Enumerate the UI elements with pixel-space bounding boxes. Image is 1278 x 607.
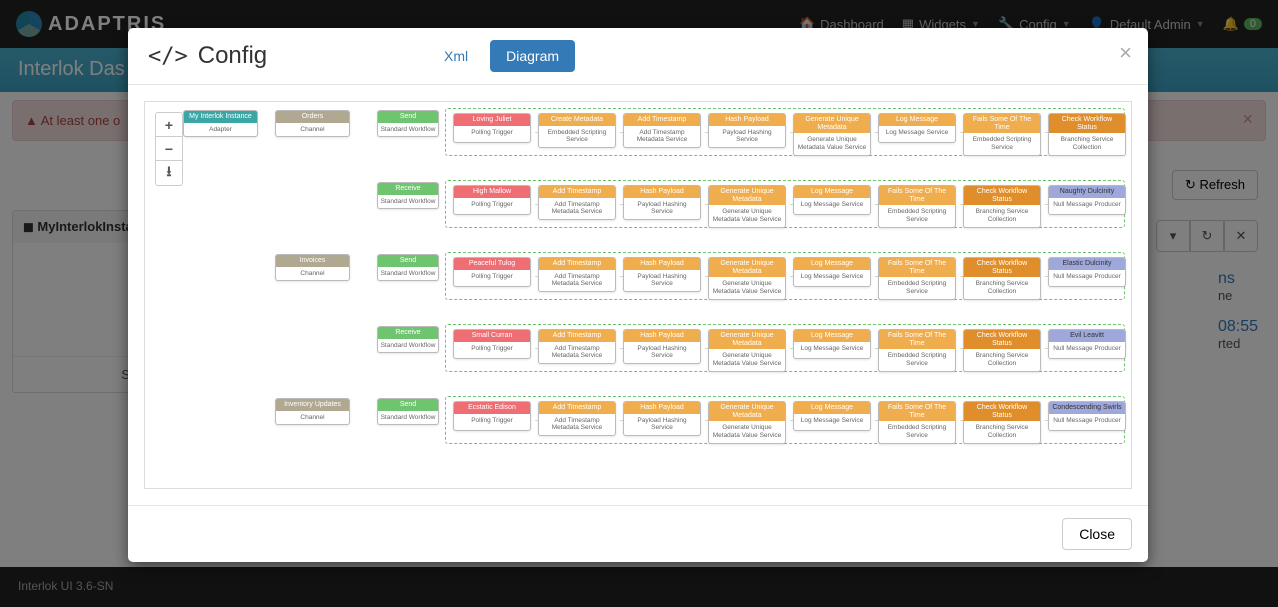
arrow-icon: → bbox=[1129, 414, 1132, 424]
diagram-node[interactable]: Hash PayloadPayload Hashing Service bbox=[623, 401, 701, 436]
diagram-node[interactable]: ReceiveStandard Workflow bbox=[377, 182, 439, 209]
diagram-node[interactable]: Hash PayloadPayload Hashing Service bbox=[623, 185, 701, 220]
diagram-zoom-controls: + − ⭳ bbox=[155, 112, 183, 186]
diagram-node[interactable]: My Interlok InstanceAdapter bbox=[183, 110, 258, 137]
diagram-node[interactable]: Inventory UpdatesChannel bbox=[275, 398, 350, 425]
diagram-node[interactable]: SendStandard Workflow bbox=[377, 254, 439, 281]
diagram-node[interactable]: Hash PayloadPayload Hashing Service bbox=[623, 257, 701, 292]
diagram-node[interactable]: Hash PayloadPayload Hashing Service bbox=[708, 113, 786, 148]
diagram-node[interactable]: Fails Some Of The TimeEmbedded Scripting… bbox=[878, 401, 956, 444]
zoom-in-button[interactable]: + bbox=[156, 113, 182, 137]
arrow-icon: → bbox=[1129, 126, 1132, 136]
tab-xml[interactable]: Xml bbox=[428, 40, 484, 72]
diagram-node[interactable]: Add TimestampAdd Timestamp Metadata Serv… bbox=[538, 401, 616, 436]
diagram-node[interactable]: Naughty DulcinityNull Message Producer bbox=[1048, 185, 1126, 215]
diagram-node[interactable]: Log MessageLog Message Service bbox=[878, 113, 956, 143]
diagram-node[interactable]: SendStandard Workflow bbox=[377, 110, 439, 137]
download-button[interactable]: ⭳ bbox=[156, 161, 182, 185]
code-icon: </> bbox=[148, 44, 188, 69]
diagram-node[interactable]: Log MessageLog Message Service bbox=[793, 401, 871, 431]
diagram-node[interactable]: Log MessageLog Message Service bbox=[793, 329, 871, 359]
diagram-node[interactable]: Check Workflow StatusBranching Service C… bbox=[1048, 113, 1126, 156]
diagram-node[interactable]: Check Workflow StatusBranching Service C… bbox=[963, 329, 1041, 372]
diagram-node[interactable]: Hash PayloadPayload Hashing Service bbox=[623, 329, 701, 364]
diagram-node[interactable]: SendStandard Workflow bbox=[377, 398, 439, 425]
diagram-node[interactable]: Loving JulietPolling Trigger bbox=[453, 113, 531, 143]
diagram-node[interactable]: Check Workflow StatusBranching Service C… bbox=[963, 185, 1041, 228]
modal-header: </> Config Xml Diagram × bbox=[128, 28, 1148, 85]
diagram-node[interactable]: Add TimestampAdd Timestamp Metadata Serv… bbox=[623, 113, 701, 148]
modal-close-icon[interactable]: × bbox=[1119, 40, 1132, 66]
diagram-node[interactable]: High MallowPolling Trigger bbox=[453, 185, 531, 215]
diagram-node[interactable]: Generate Unique MetadataGenerate Unique … bbox=[708, 185, 786, 228]
diagram-node[interactable]: Condescending SwirlsNull Message Produce… bbox=[1048, 401, 1126, 431]
diagram-node[interactable]: Generate Unique MetadataGenerate Unique … bbox=[708, 329, 786, 372]
close-button[interactable]: Close bbox=[1062, 518, 1132, 550]
diagram-node[interactable]: Log MessageLog Message Service bbox=[793, 185, 871, 215]
diagram-node[interactable]: Evil LeavittNull Message Producer bbox=[1048, 329, 1126, 359]
diagram-node[interactable]: Fails Some Of The TimeEmbedded Scripting… bbox=[878, 257, 956, 300]
arrow-icon: → bbox=[1129, 342, 1132, 352]
diagram-node[interactable]: Create MetadataEmbedded Scripting Servic… bbox=[538, 113, 616, 148]
diagram-node[interactable]: Generate Unique MetadataGenerate Unique … bbox=[708, 257, 786, 300]
arrow-icon: → bbox=[1129, 270, 1132, 280]
diagram-node[interactable]: Check Workflow StatusBranching Service C… bbox=[963, 257, 1041, 300]
diagram-node[interactable]: Ecstatic EdisonPolling Trigger bbox=[453, 401, 531, 431]
diagram-node[interactable]: Add TimestampAdd Timestamp Metadata Serv… bbox=[538, 329, 616, 364]
diagram-node[interactable]: Elastic DulcinityNull Message Producer bbox=[1048, 257, 1126, 287]
diagram-node[interactable]: Fails Some Of The TimeEmbedded Scripting… bbox=[878, 329, 956, 372]
diagram-node[interactable]: OrdersChannel bbox=[275, 110, 350, 137]
modal-title: </> Config bbox=[148, 42, 267, 70]
diagram-node[interactable]: ReceiveStandard Workflow bbox=[377, 326, 439, 353]
diagram-node[interactable]: Generate Unique MetadataGenerate Unique … bbox=[708, 401, 786, 444]
diagram-node[interactable]: Fails Some Of The TimeEmbedded Scripting… bbox=[963, 113, 1041, 156]
diagram-node[interactable]: Add TimestampAdd Timestamp Metadata Serv… bbox=[538, 185, 616, 220]
diagram-node[interactable]: InvoicesChannel bbox=[275, 254, 350, 281]
diagram-node[interactable]: Add TimestampAdd Timestamp Metadata Serv… bbox=[538, 257, 616, 292]
config-modal: </> Config Xml Diagram × + − ⭳ My Interl… bbox=[128, 28, 1148, 562]
diagram-node[interactable]: Log MessageLog Message Service bbox=[793, 257, 871, 287]
zoom-out-button[interactable]: − bbox=[156, 137, 182, 161]
diagram-node[interactable]: Small CurranPolling Trigger bbox=[453, 329, 531, 359]
arrow-icon: → bbox=[1129, 198, 1132, 208]
diagram-node[interactable]: Fails Some Of The TimeEmbedded Scripting… bbox=[878, 185, 956, 228]
diagram-node[interactable]: Peaceful TulogPolling Trigger bbox=[453, 257, 531, 287]
tab-diagram[interactable]: Diagram bbox=[490, 40, 575, 72]
diagram-node[interactable]: Check Workflow StatusBranching Service C… bbox=[963, 401, 1041, 444]
diagram-area[interactable]: + − ⭳ My Interlok InstanceAdapter OrdersC… bbox=[144, 101, 1132, 489]
diagram-node[interactable]: Generate Unique MetadataGenerate Unique … bbox=[793, 113, 871, 156]
